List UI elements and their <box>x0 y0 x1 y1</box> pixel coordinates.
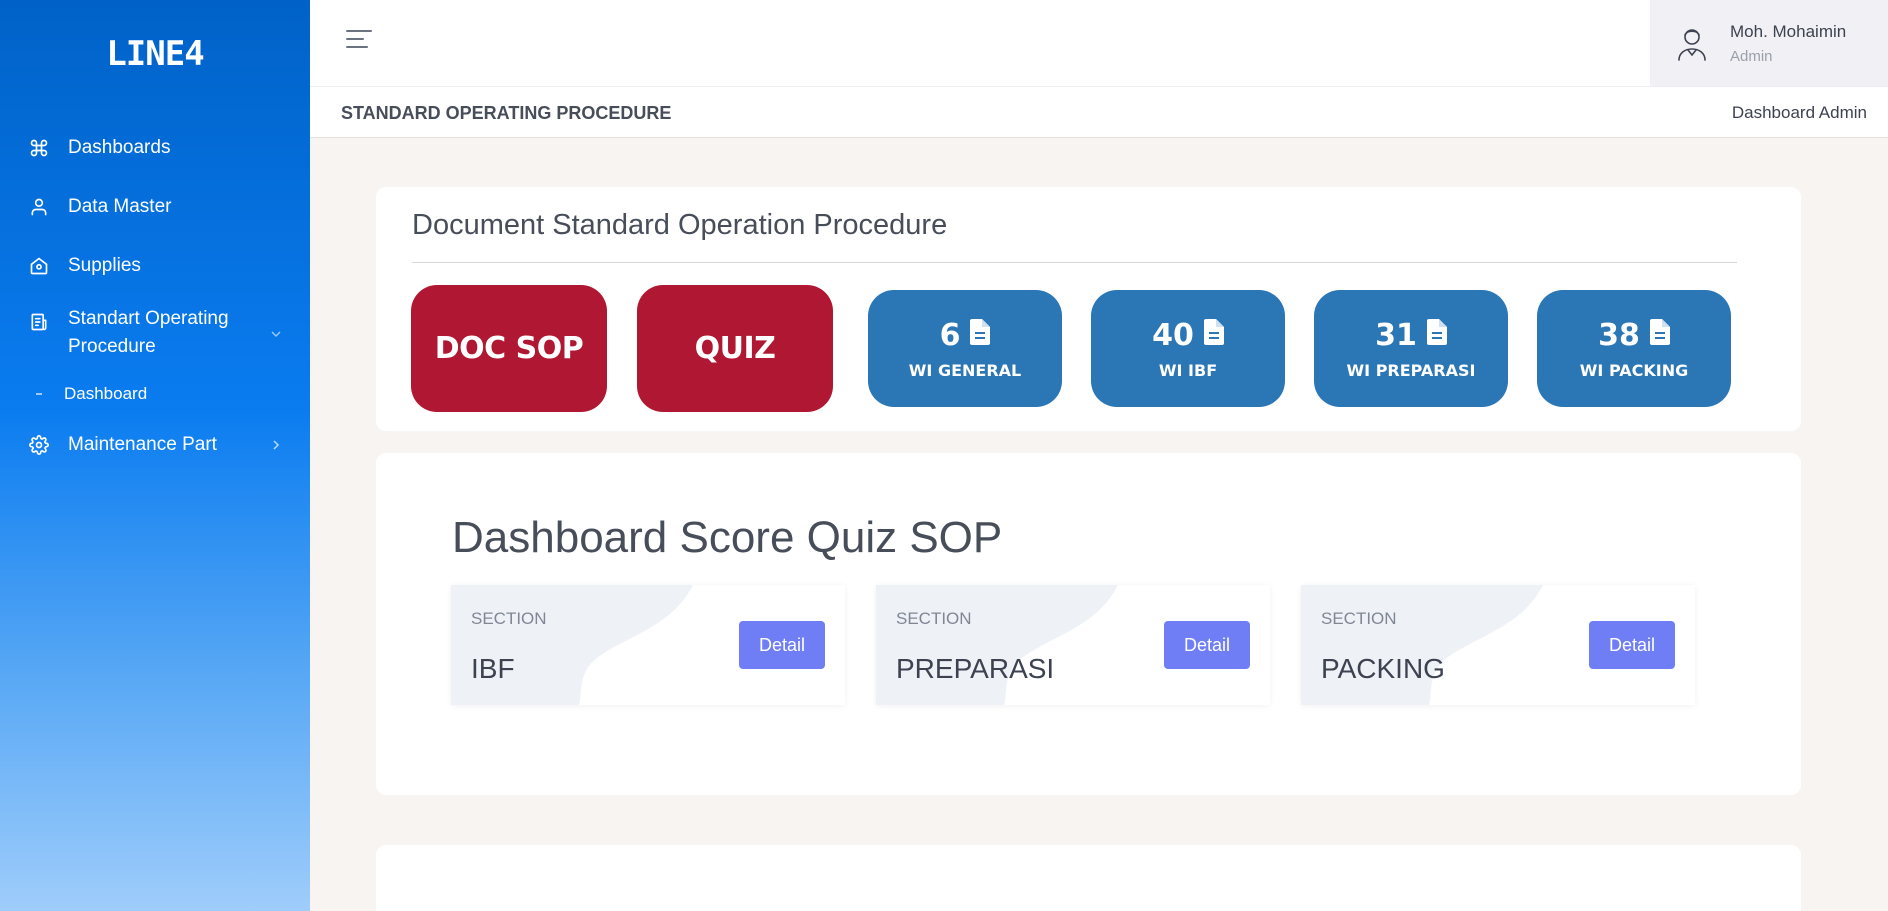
stat-count: 38 <box>1598 317 1640 353</box>
section-name: PACKING <box>1321 653 1445 684</box>
detail-button[interactable]: Detail <box>1164 621 1250 669</box>
quiz-button[interactable]: QUIZ <box>637 285 833 412</box>
chevron-down-icon <box>270 328 282 340</box>
section-name: IBF <box>471 653 515 684</box>
section-card-preparasi: SECTION PREPARASI Detail <box>876 585 1270 705</box>
sidebar-item-label: Supplies <box>68 254 141 276</box>
stat-wi-packing[interactable]: 38 WI PACKING <box>1537 290 1731 407</box>
sidebar-subitem-label: Dashboard <box>64 384 148 403</box>
sidebar-nav: Dashboards Data Master Supplies Standart… <box>0 118 310 474</box>
section-caption: SECTION <box>1321 609 1397 628</box>
app-logo[interactable]: LINE4 <box>0 34 310 74</box>
file-icon <box>970 319 991 345</box>
page-subheader: STANDARD OPERATING PROCEDURE Dashboard A… <box>310 86 1888 138</box>
section-caption: SECTION <box>896 609 972 628</box>
card-title: Document Standard Operation Procedure <box>412 209 948 241</box>
gear-icon <box>28 434 50 456</box>
user-role: Admin <box>1730 47 1773 65</box>
card-title: Dashboard Score Quiz SOP <box>452 513 1003 562</box>
content-card <box>376 845 1801 911</box>
stat-count: 6 <box>939 317 961 353</box>
doc-sop-button[interactable]: DOC SOP <box>411 285 607 412</box>
sidebar-item-label: Maintenance Part <box>68 433 217 455</box>
sidebar-subitem-dashboard[interactable]: Dashboard <box>0 373 310 415</box>
document-sop-card: Document Standard Operation Procedure DO… <box>376 187 1801 431</box>
section-card-packing: SECTION PACKING Detail <box>1301 585 1695 705</box>
sidebar: LINE4 Dashboards Data Master Supplies St… <box>0 0 310 911</box>
user-name: Moh. Mohaimin <box>1730 21 1847 41</box>
file-icon <box>1649 319 1670 345</box>
stat-wi-ibf[interactable]: 40 WI IBF <box>1091 290 1285 407</box>
detail-button[interactable]: Detail <box>739 621 825 669</box>
quiz-score-card: Dashboard Score Quiz SOP SECTION IBF Det… <box>376 453 1801 795</box>
logo-text: LINE4 <box>106 34 204 74</box>
stat-count: 31 <box>1375 317 1417 353</box>
section-name: PREPARASI <box>896 653 1055 684</box>
sidebar-item-label: Dashboards <box>68 136 171 158</box>
chevron-right-icon <box>270 439 282 451</box>
section-caption: SECTION <box>471 609 547 628</box>
detail-button[interactable]: Detail <box>1589 621 1675 669</box>
home-icon <box>28 255 50 277</box>
divider <box>412 262 1737 263</box>
top-header: Moh. Mohaimin Admin <box>310 0 1888 86</box>
user-profile[interactable]: Moh. Mohaimin Admin <box>1650 0 1888 86</box>
sidebar-item-label: Data Master <box>68 195 172 217</box>
stat-label: WI GENERAL <box>908 360 1022 380</box>
sidebar-item-dashboards[interactable]: Dashboards <box>0 118 310 177</box>
section-card-ibf: SECTION IBF Detail <box>451 585 845 705</box>
stat-wi-general[interactable]: 6 WI GENERAL <box>868 290 1062 407</box>
sidebar-item-maintenance-part[interactable]: Maintenance Part <box>0 415 310 474</box>
stat-label: WI PACKING <box>1579 360 1689 380</box>
sidebar-item-supplies[interactable]: Supplies <box>0 236 310 295</box>
stat-label: WI IBF <box>1158 360 1218 380</box>
stat-label: WI PREPARASI <box>1346 360 1476 380</box>
avatar <box>1678 29 1706 61</box>
stat-count: 40 <box>1152 317 1194 353</box>
command-icon <box>28 137 50 159</box>
document-icon <box>28 311 50 333</box>
breadcrumb[interactable]: Dashboard Admin <box>1732 103 1867 123</box>
user-info: Moh. Mohaimin Admin <box>1730 22 1846 65</box>
sidebar-item-label: Standart Operating Procedure <box>68 308 229 357</box>
page-title: STANDARD OPERATING PROCEDURE <box>341 103 672 123</box>
file-icon <box>1426 319 1447 345</box>
user-icon <box>28 196 50 218</box>
sidebar-item-sop[interactable]: Standart Operating Procedure <box>0 295 310 373</box>
sidebar-item-data-master[interactable]: Data Master <box>0 177 310 236</box>
file-icon <box>1203 319 1224 345</box>
menu-toggle-icon[interactable] <box>346 30 372 52</box>
stat-wi-preparasi[interactable]: 31 WI PREPARASI <box>1314 290 1508 407</box>
bullet-icon <box>36 393 42 395</box>
